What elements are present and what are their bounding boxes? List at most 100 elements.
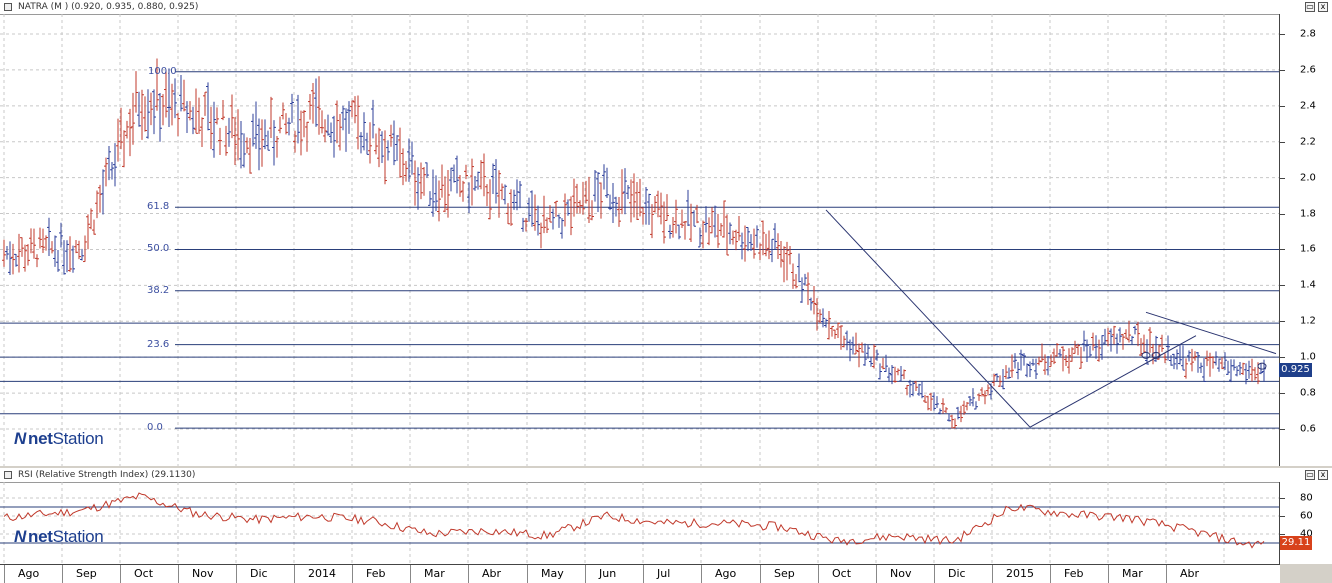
price-bar [422,166,426,196]
x-axis-month-label: 2014 [308,567,336,580]
price-bar [950,414,954,429]
price-bar [1019,349,1023,371]
y-axis-tick [1280,357,1285,359]
price-bar [611,182,615,224]
x-axis-month-label: Ago [715,567,737,580]
price-bar [203,91,207,116]
y-axis-tick [1280,34,1285,35]
y-axis-tick-label: 0.8 [1300,387,1316,399]
netstation-logo-icon: N [14,527,26,546]
price-bar [56,249,60,272]
price-bar [320,110,324,134]
price-bar [1172,353,1176,370]
price-bar [245,137,249,154]
price-bar [161,94,165,126]
price-bar [68,236,72,272]
x-axis-month-label: Feb [366,567,386,580]
price-panel-title: NATRA (M ) (0.920, 0.935, 0.880, 0.925) [18,2,199,12]
y-axis-tick-label: 1.0 [1300,351,1316,363]
price-bar [386,140,390,161]
price-bar [1109,328,1113,352]
price-bar [686,189,690,227]
logo-net-text: net [27,429,53,448]
price-bar [335,100,339,144]
price-bar [173,78,177,119]
price-bar [131,92,135,145]
price-bar [101,169,105,215]
price-bar [332,115,336,158]
price-bar [842,335,846,348]
price-bar [134,71,138,113]
price-bar [1178,344,1182,365]
x-axis-month-label: Mar [1122,567,1143,580]
price-bar [401,148,405,186]
price-bar [971,388,975,407]
price-bar [557,214,561,228]
price-bar [854,332,858,355]
price-bar [113,143,117,187]
price-bar [1007,367,1011,379]
price-bar [836,322,840,338]
price-bar [188,101,192,121]
price-bar [1100,335,1104,360]
price-bar [737,216,741,241]
price-bar [314,78,318,127]
price-bar [515,179,519,211]
restore-icon[interactable]: ▭ [1305,470,1315,480]
rsi-chart[interactable] [0,482,1280,564]
y-axis-tick-label: 1.8 [1300,208,1316,220]
price-bar [1013,353,1017,369]
price-bar [125,120,129,139]
price-bar [1046,356,1050,376]
logo-station-text: Station [52,429,104,448]
price-bar [830,325,834,337]
price-bar [893,366,897,383]
price-bar [491,163,495,194]
price-bar [809,297,813,311]
price-bar [962,400,966,415]
price-bar [779,240,783,268]
price-bar [284,113,288,135]
restore-icon[interactable]: ▭ [1305,2,1315,12]
x-axis-month-label: Abr [482,567,502,580]
price-bar [206,82,210,131]
price-bar [977,393,981,401]
y-axis-tick-label: 1.2 [1300,315,1316,327]
close-icon[interactable]: x [1318,2,1328,12]
price-bar [1253,367,1257,381]
price-bar [758,243,762,261]
price-bar [338,113,342,151]
price-bar [545,217,549,233]
price-y-axis: 2.8 2.6 2.4 2.2 2.0 1.8 1.6 1.4 1.2 1.0 0.8 0.6 [1279,14,1332,466]
price-bar [431,169,435,217]
price-bar [902,369,906,380]
price-bar [98,184,102,213]
x-axis-separator [876,565,877,583]
price-bar [956,406,960,420]
y-axis-tick-label: 2.8 [1300,28,1316,40]
x-axis-separator [818,565,819,583]
price-chart[interactable] [0,14,1280,466]
close-icon[interactable]: x [1318,470,1328,480]
price-bar [470,158,474,206]
y-axis-tick-label: 2.4 [1300,100,1316,112]
y-axis-tick [1280,429,1285,430]
price-bar [827,311,831,340]
price-bar [929,392,933,411]
price-bar [146,89,150,139]
netstation-logo-icon: N [14,429,26,448]
price-bar [35,254,39,268]
price-bar [1202,358,1206,382]
price-bar [128,108,132,157]
price-bar [299,110,303,156]
price-panel-titlebar: NATRA (M ) (0.920, 0.935, 0.880, 0.925) … [0,0,1332,15]
price-bar [905,384,909,396]
price-bar [704,206,708,233]
price-bar [290,93,294,123]
price-bar [659,192,663,225]
price-bar [395,135,399,161]
price-bar [26,244,30,266]
price-bar [389,124,393,147]
x-axis-separator [1108,565,1109,583]
price-bar [794,274,798,289]
